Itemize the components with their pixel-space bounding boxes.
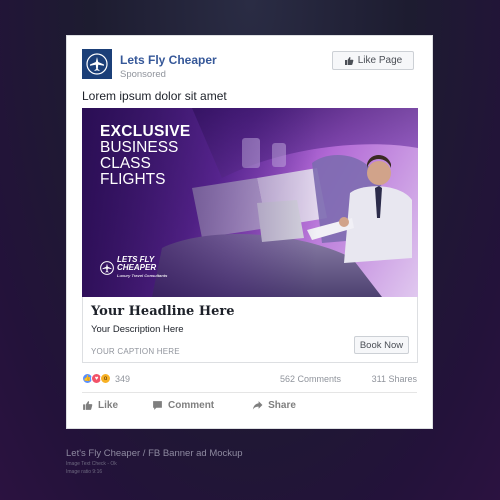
sponsored-label: Sponsored	[120, 69, 166, 80]
reactions-summary[interactable]: 👍 ♥ o 349	[82, 373, 130, 384]
share-arrow-icon	[253, 400, 263, 410]
comment-button[interactable]: Comment	[152, 397, 214, 413]
mockup-title: Let's Fly Cheaper / FB Banner ad Mockup	[66, 448, 243, 459]
ad-brand-logo: LETS FLY CHEAPER Luxury Travel Consultan…	[100, 256, 167, 280]
comment-button-label: Comment	[168, 399, 215, 411]
airplane-logo-icon	[100, 261, 114, 275]
ad-image[interactable]: EXCLUSIVE BUSINESS CLASS FLIGHTS LETS FL…	[82, 108, 418, 297]
link-preview[interactable]: Your Headline Here Your Description Here…	[82, 297, 418, 363]
comment-bubble-icon	[153, 400, 162, 410]
ad-logo-line-2: CHEAPER	[117, 263, 157, 272]
like-page-button[interactable]: Like Page	[332, 51, 414, 70]
ad-text-line-3: CLASS	[100, 155, 151, 172]
mockup-text-check: Image Text Check - Ok	[66, 461, 117, 467]
actions-divider	[82, 392, 417, 393]
shares-count[interactable]: 311 Shares	[372, 374, 417, 384]
facebook-ad-post: Lets Fly Cheaper Sponsored Like Page Lor…	[66, 35, 433, 429]
reaction-count: 349	[115, 373, 131, 384]
comments-count[interactable]: 562 Comments	[280, 374, 341, 384]
airplane-logo-icon	[86, 53, 108, 75]
like-button-label: Like	[98, 399, 119, 411]
ad-overlay-text: EXCLUSIVE BUSINESS CLASS FLIGHTS	[100, 124, 191, 188]
share-button-label: Share	[268, 399, 296, 411]
link-caption: YOUR CAPTION HERE	[91, 347, 180, 356]
like-page-label: Like Page	[357, 55, 403, 66]
engagement-stats: 👍 ♥ o 349 562 Comments 311 Shares	[82, 373, 417, 387]
ad-logo-wordmark: LETS FLY CHEAPER Luxury Travel Consultan…	[117, 256, 167, 280]
mockup-ratio: Image ratio 9:16	[66, 469, 103, 475]
page-avatar[interactable]	[82, 49, 112, 79]
wow-reaction-icon: o	[100, 373, 111, 384]
post-header: Lets Fly Cheaper Sponsored Like Page	[82, 49, 417, 83]
link-description: Your Description Here	[91, 324, 184, 335]
post-actions: Like Comment Share	[82, 397, 417, 413]
page-name[interactable]: Lets Fly Cheaper	[120, 53, 217, 67]
book-now-button[interactable]: Book Now	[354, 336, 409, 354]
ad-text-line-1: EXCLUSIVE	[100, 123, 191, 140]
ad-logo-tagline: Luxury Travel Consultants	[117, 273, 168, 278]
thumbs-up-icon	[344, 56, 354, 65]
ad-text-line-4: FLIGHTS	[100, 171, 166, 188]
ad-text-line-2: BUSINESS	[100, 139, 179, 156]
thumbs-up-icon	[83, 400, 93, 410]
link-headline[interactable]: Your Headline Here	[91, 304, 235, 319]
post-text: Lorem ipsum dolor sit amet	[82, 89, 227, 103]
like-button[interactable]: Like	[82, 397, 118, 413]
share-button[interactable]: Share	[252, 397, 296, 413]
